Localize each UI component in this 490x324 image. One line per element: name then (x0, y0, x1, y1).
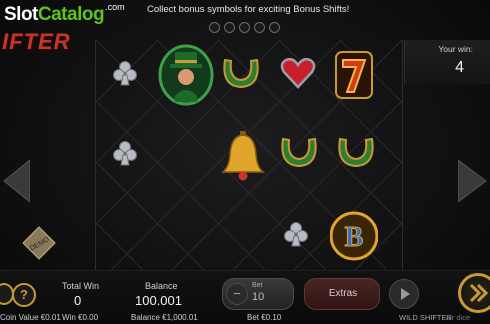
bet-label: Bet (252, 282, 263, 289)
coin-value-label: Coin Value €0.01 (0, 313, 61, 322)
your-win-value: 4 (455, 59, 464, 76)
progress-dot (254, 22, 265, 33)
balance-label: Balance (145, 281, 178, 291)
control-bar: ? Coin Value €0.01 Total Win 0 Win €0.00… (0, 270, 490, 324)
watermark-domain: .com (105, 2, 125, 12)
bell-symbol-icon (220, 131, 266, 181)
bet-selector[interactable]: − Bet 10 (222, 278, 294, 310)
bonus-progress-dots (209, 22, 280, 33)
bet-decrease-button[interactable]: − (226, 283, 248, 305)
play-icon (401, 288, 410, 300)
horseshoe-symbol-icon (338, 137, 374, 168)
bet-amount-label: Bet €0.10 (247, 313, 282, 322)
total-win-label: Total Win (62, 281, 100, 291)
svg-text:B: B (345, 222, 364, 253)
spin-button[interactable] (458, 273, 490, 313)
footer-studio: air dice (446, 313, 471, 322)
total-win-value: 0 (74, 293, 82, 308)
watermark-brand-1: Slot (4, 4, 38, 25)
progress-dot (239, 22, 250, 33)
watermark-brand-2: Catalog (37, 4, 105, 25)
horseshoe-symbol-icon (281, 137, 317, 168)
help-button[interactable]: ? (12, 283, 36, 307)
game-stage: Slot Catalog .com IFTER Collect bonus sy… (0, 0, 490, 324)
horseshoe-symbol-icon (223, 58, 259, 89)
bet-value: 10 (252, 291, 265, 303)
next-arrow-icon[interactable] (458, 160, 490, 202)
bonus-banner: Collect bonus symbols for exciting Bonus… (147, 4, 350, 15)
balance-value: 100.001 (135, 293, 182, 308)
game-logo: IFTER (2, 29, 71, 54)
club-symbol-icon (284, 222, 308, 247)
extras-button[interactable]: Extras (304, 278, 380, 310)
footer-brand: WILD SHIFTER (399, 313, 452, 322)
progress-dot (224, 22, 235, 33)
balance-amount-label: Balance €1,000.01 (131, 313, 198, 322)
win-amount-label: Win €0.00 (62, 313, 99, 322)
watermark-logo: Slot Catalog .com (4, 2, 125, 26)
progress-dot (209, 22, 220, 33)
bonus-b-symbol-icon: B (330, 211, 378, 261)
spin-arrows-icon (469, 283, 489, 303)
heart-symbol-icon (280, 57, 316, 89)
previous-arrow-icon[interactable] (0, 160, 30, 202)
club-symbol-icon (113, 61, 137, 86)
leprechaun-symbol-icon (158, 44, 214, 106)
club-symbol-icon (113, 141, 137, 166)
extras-label: Extras (328, 288, 358, 299)
autoplay-button[interactable] (389, 279, 419, 309)
your-win-label: Your win: (438, 44, 473, 54)
demo-badge: DEMO (22, 226, 56, 260)
seven-symbol-icon (335, 51, 373, 99)
your-win-panel: Your win: 4 (404, 40, 490, 84)
progress-dot (269, 22, 280, 33)
